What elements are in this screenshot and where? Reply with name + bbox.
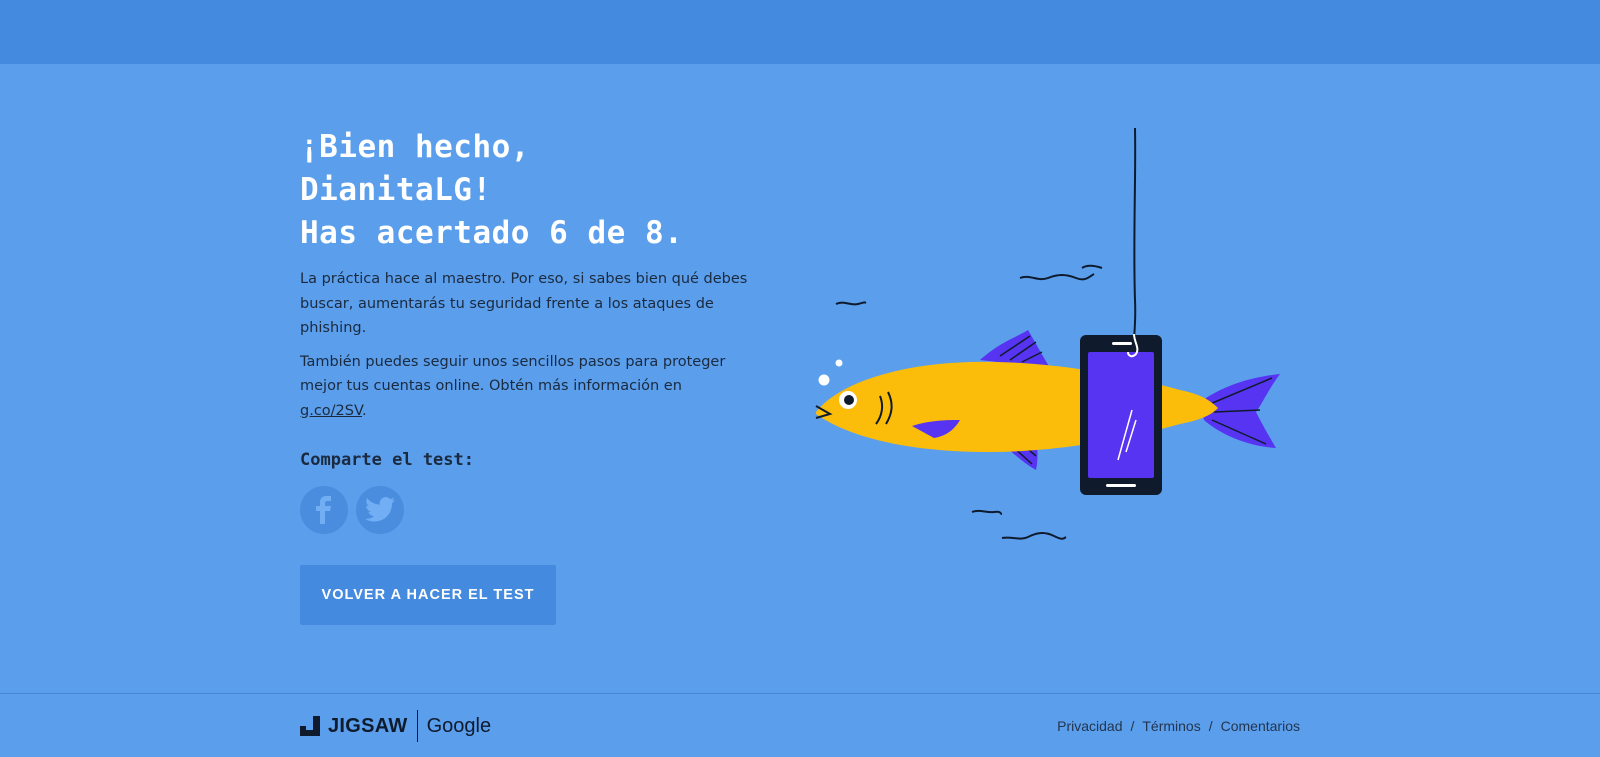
share-buttons [300,486,750,534]
headline-score: Has acertado 6 de 8. [300,215,684,251]
result-headline: ¡Bien hecho, DianitaLG! Has acertado 6 d… [300,126,750,255]
result-panel: ¡Bien hecho, DianitaLG! Has acertado 6 d… [300,126,750,625]
feedback-link[interactable]: Comentarios [1221,718,1300,734]
footer-separator: / [1208,718,1213,734]
footer: JIGSAW Google Privacidad / Términos / Co… [0,693,1600,757]
retake-test-button[interactable]: VOLVER A HACER EL TEST [300,565,556,625]
jigsaw-wordmark: JIGSAW [328,714,408,737]
top-bar [0,0,1600,64]
footer-separator: / [1130,718,1135,734]
jigsaw-logo-icon [300,716,320,736]
info-text: También puedes seguir unos sencillos pas… [300,353,726,395]
share-label: Comparte el test: [300,450,474,470]
bubble [818,374,830,386]
footer-links: Privacidad / Términos / Comentarios [1057,718,1300,734]
info-link[interactable]: g.co/2SV [300,403,362,419]
privacy-link[interactable]: Privacidad [1057,718,1122,734]
water-squiggle [1001,532,1067,540]
water-squiggle [1081,264,1103,269]
twitter-share-button[interactable] [356,486,404,534]
facebook-icon [316,496,331,524]
water-squiggle [835,301,867,306]
info-suffix: . [362,402,367,419]
google-wordmark: Google [426,714,492,737]
phishing-fish-illustration [815,127,1280,540]
brand-logo: JIGSAW Google [300,710,491,742]
headline-line-2: DianitaLG! [300,172,492,208]
practice-paragraph: La práctica hace al maestro. Por eso, si… [300,271,748,336]
brand-divider [416,710,418,742]
facebook-share-button[interactable] [300,486,348,534]
terms-link[interactable]: Términos [1142,718,1200,734]
bubble [835,359,843,367]
twitter-icon [365,497,395,522]
phone-screen [1088,352,1154,478]
water-squiggle [1019,273,1095,281]
water-squiggle [971,509,1003,515]
headline-line-1: ¡Bien hecho, [300,129,530,165]
info-paragraph: También puedes seguir unos sencillos pas… [300,350,750,424]
fishing-line [1133,127,1137,343]
